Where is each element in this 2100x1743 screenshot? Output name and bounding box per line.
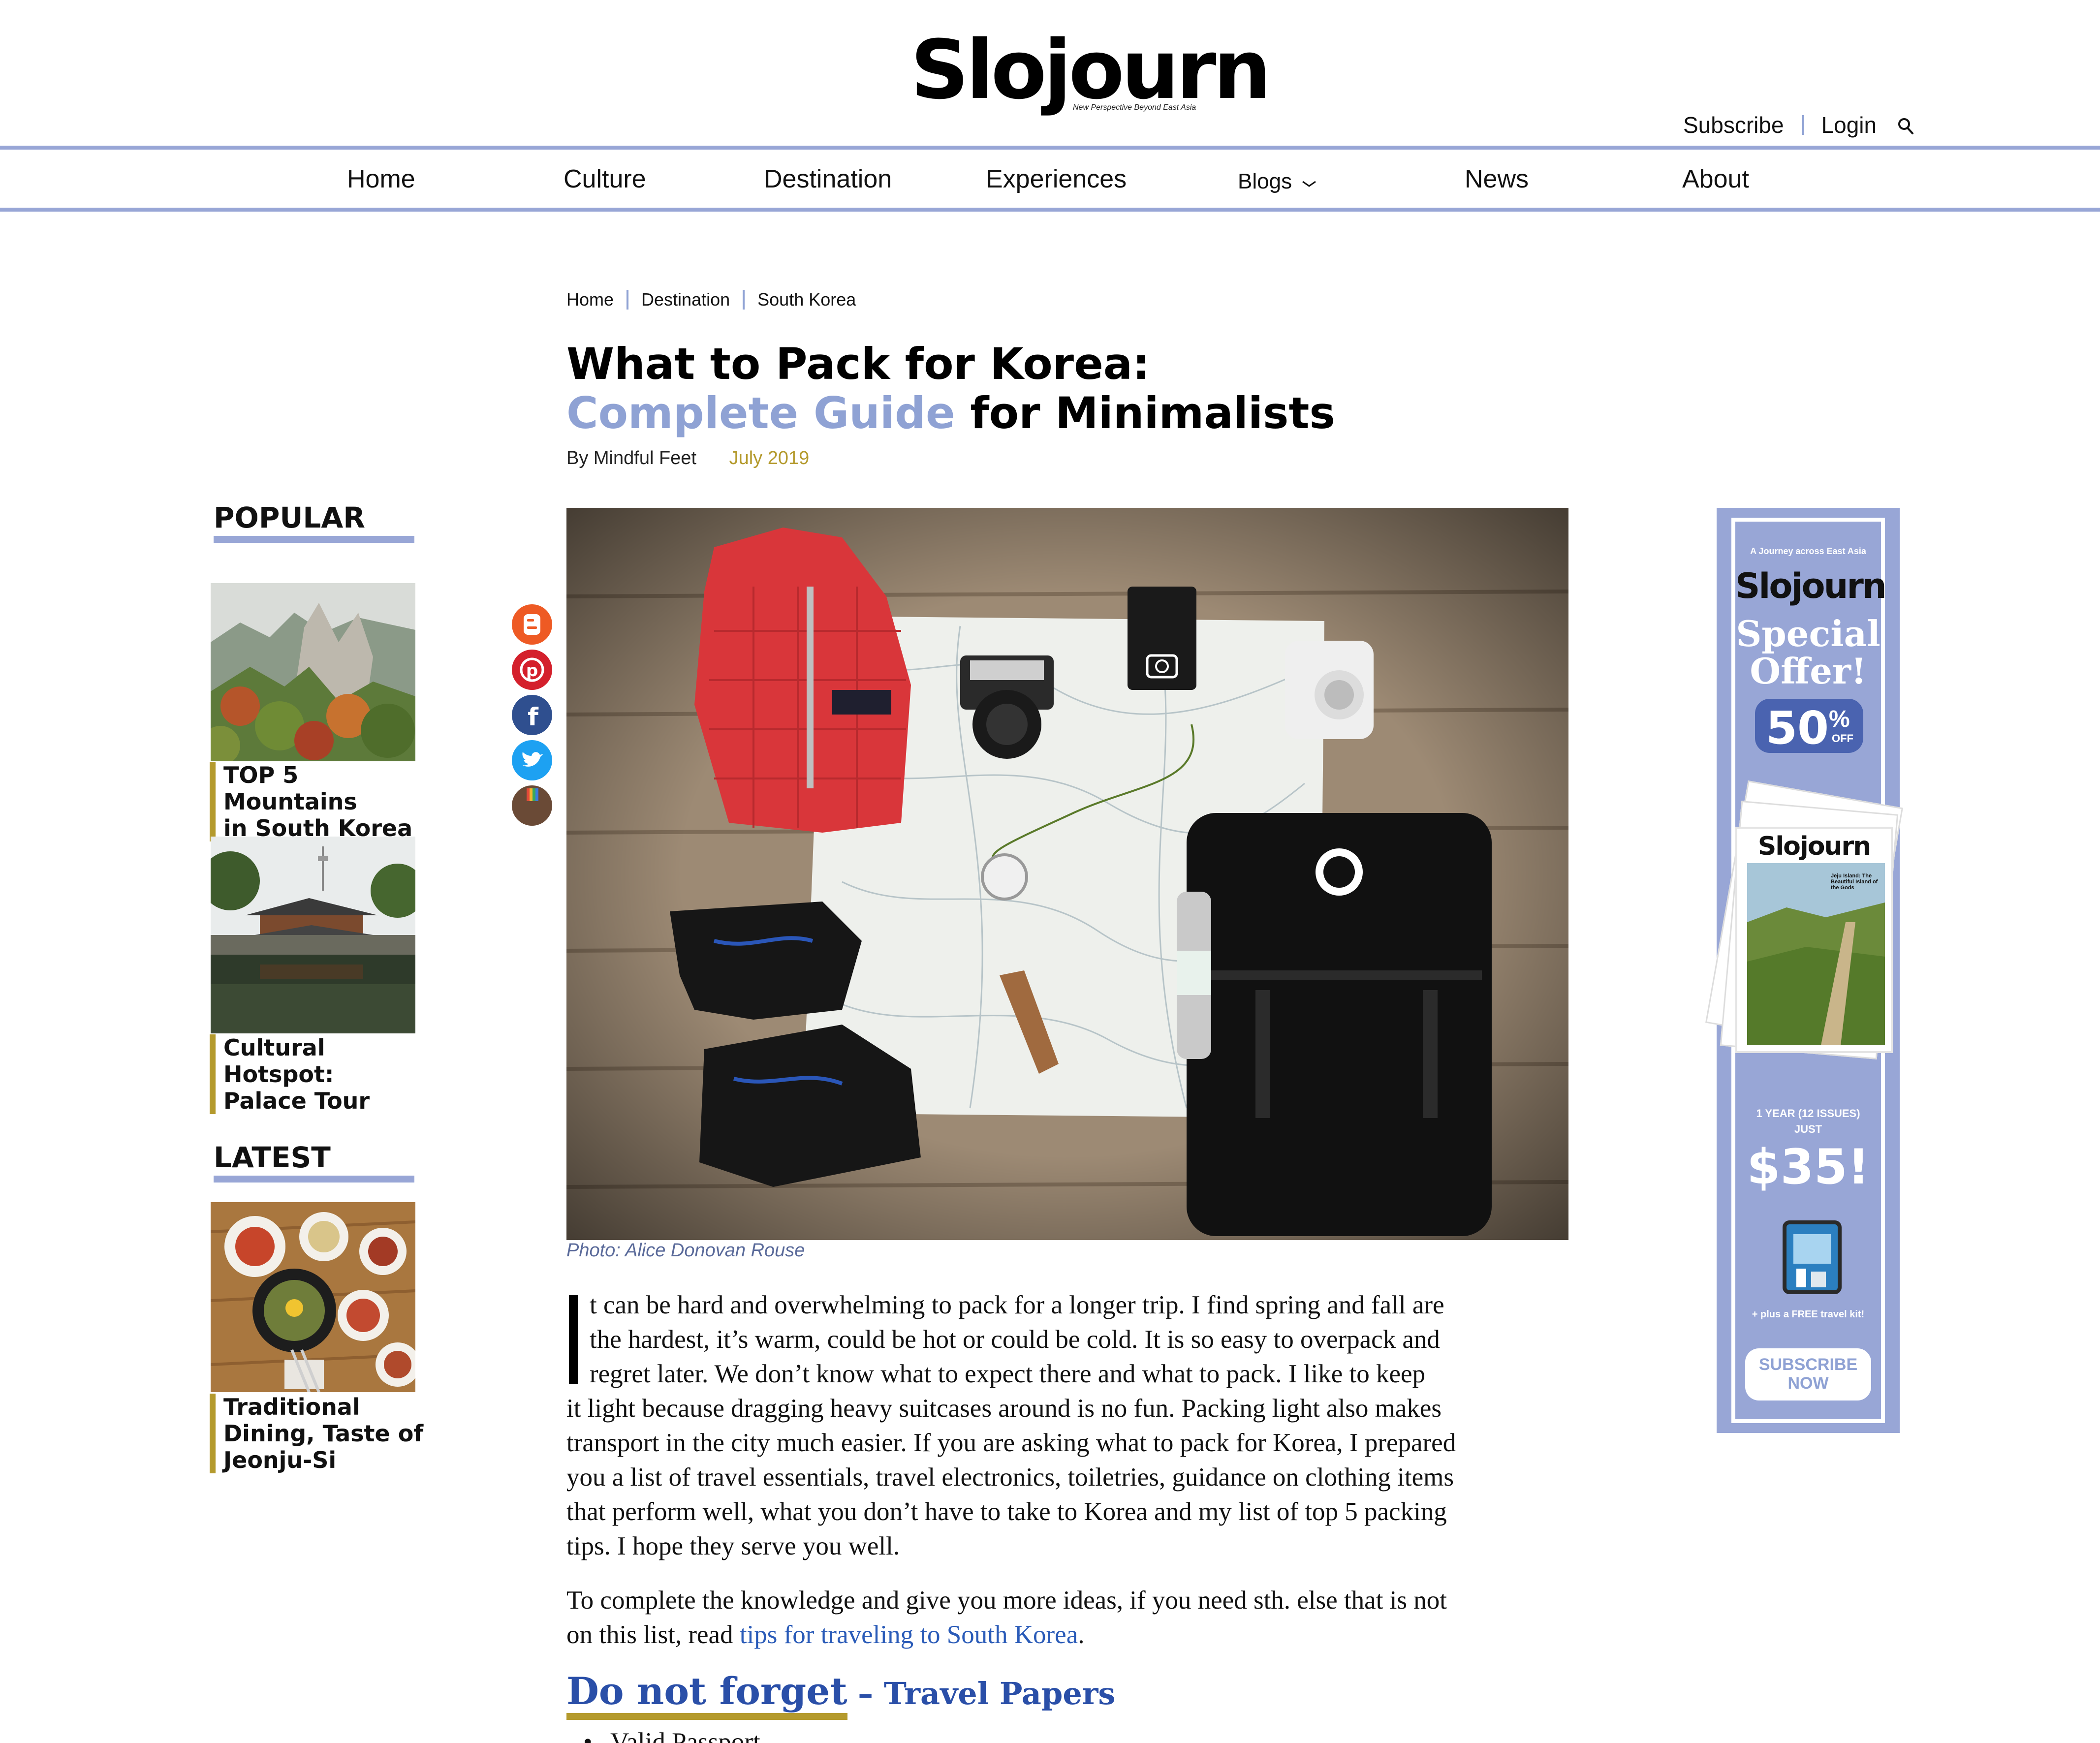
nav-culture[interactable]: Culture: [564, 164, 646, 194]
dining-thumbnail[interactable]: [211, 1202, 415, 1392]
mountains-thumbnail[interactable]: [211, 583, 415, 761]
nav-news[interactable]: News: [1465, 164, 1529, 194]
paragraph-2-line: To complete the knowledge and give you m…: [566, 1586, 1447, 1615]
publish-date: July 2019: [729, 448, 810, 468]
title-rest: for Minimalists: [955, 388, 1335, 438]
paragraph-1-line: you a list of travel essentials, travel …: [566, 1463, 1454, 1492]
ad-brand: Slojourn: [1735, 566, 1887, 606]
title-line-2: Complete Guide for Minimalists: [566, 389, 1335, 438]
instagram-icon[interactable]: [512, 785, 552, 826]
ad-term-1: 1 YEAR (12 ISSUES): [1756, 1107, 1860, 1120]
svg-text:f: f: [528, 703, 539, 731]
nav-home[interactable]: Home: [347, 164, 415, 194]
chevron-down-icon: [1302, 181, 1316, 187]
breadcrumb-divider: [627, 290, 629, 310]
popular-heading: POPULAR: [214, 503, 414, 543]
photo-caption: Photo: Alice Donovan Rouse: [566, 1240, 805, 1261]
pinterest-icon[interactable]: p: [512, 650, 552, 690]
paragraph-1-line: t can be hard and overwhelming to pack f…: [590, 1291, 1444, 1319]
breadcrumb-south-korea[interactable]: South Korea: [757, 289, 856, 310]
nav-blogs-label: Blogs: [1238, 169, 1292, 193]
author[interactable]: By Mindful Feet: [566, 448, 696, 468]
title-accent: Complete Guide: [566, 388, 955, 438]
list-item: Valid Passport: [583, 1727, 760, 1743]
nav-destination[interactable]: Destination: [764, 164, 892, 194]
palace-thumbnail[interactable]: [211, 837, 415, 1033]
nav-experiences[interactable]: Experiences: [986, 164, 1127, 194]
article-title: What to Pack for Korea: Complete Guide f…: [566, 340, 1335, 438]
magazine-cover: Slojourn Jeju Island: The Beautiful Isla…: [1735, 827, 1893, 1053]
breadcrumb-destination[interactable]: Destination: [641, 289, 730, 310]
discount-badge: 50 % OFF: [1755, 699, 1863, 754]
twitter-icon[interactable]: [512, 740, 552, 780]
logo-wordmark: Slojourn: [910, 23, 1271, 117]
hero-photo: [566, 508, 1568, 1240]
byline: By Mindful Feet July 2019: [566, 448, 809, 469]
title-line-1: What to Pack for Korea:: [566, 339, 1150, 389]
logo-tagline: New Perspective Beyond East Asia: [1073, 103, 1196, 112]
login-link[interactable]: Login: [1821, 112, 1877, 138]
popular-item-2-title[interactable]: Cultural Hotspot: Palace Tour: [210, 1034, 426, 1114]
ad-price: $35!: [1747, 1139, 1870, 1195]
subscribe-link[interactable]: Subscribe: [1683, 112, 1784, 138]
facebook-icon[interactable]: f: [512, 695, 552, 735]
account-links: Subscribe Login: [1683, 110, 1916, 140]
drop-cap: [569, 1295, 578, 1384]
section-heading: Do not forget – Travel Papers: [566, 1669, 1116, 1720]
popular-item-1-title[interactable]: TOP 5 Mountains in South Korea: [210, 762, 426, 841]
breadcrumb: Home Destination South Korea: [566, 289, 856, 310]
ad-frame: A Journey across East Asia Slojourn Spec…: [1705, 518, 1903, 1423]
paragraph-1-line: regret later. We don’t know what to expe…: [590, 1360, 1426, 1388]
ad-kicker: A Journey across East Asia: [1750, 546, 1866, 556]
section-heading-rest: – Travel Papers: [847, 1676, 1116, 1712]
paragraph-1-line: that perform well, what you don’t have t…: [566, 1497, 1447, 1526]
latest-heading: LATEST: [214, 1143, 414, 1183]
magazine-photo: Jeju Island: The Beautiful Island of the…: [1747, 863, 1885, 1045]
breadcrumb-divider: [743, 290, 745, 310]
ad-headline: Special Offer!: [1736, 613, 1881, 692]
paragraph-1-line: the hardest, it’s warm, could be hot or …: [590, 1325, 1440, 1354]
site-logo[interactable]: Slojourn New Perspective Beyond East Asi…: [910, 30, 1271, 128]
paragraph-1-line: it light because dragging heavy suitcase…: [566, 1394, 1442, 1423]
search-icon[interactable]: [1896, 115, 1916, 135]
nav-blogs[interactable]: Blogs: [1238, 169, 1317, 194]
breadcrumb-home[interactable]: Home: [566, 289, 614, 310]
subscribe-now-button[interactable]: SUBSCRIBE NOW: [1745, 1348, 1871, 1401]
paragraph-1-line: tips. I hope they serve you well.: [566, 1532, 900, 1560]
paragraph-1-line: transport in the city much easier. If yo…: [566, 1429, 1456, 1457]
ad-bonus: + plus a FREE travel kit!: [1752, 1309, 1865, 1320]
section-heading-main: Do not forget: [566, 1669, 847, 1720]
tips-link[interactable]: tips for traveling to South Korea: [740, 1620, 1078, 1649]
ad-term-2: JUST: [1794, 1123, 1822, 1135]
latest-item-1-title[interactable]: Traditional Dining, Taste of Jeonju-Si: [210, 1394, 426, 1473]
blogger-icon[interactable]: [512, 604, 552, 645]
divider: [1801, 115, 1804, 135]
paragraph-2-line: on this list, read tips for traveling to…: [566, 1620, 1085, 1649]
svg-text:p: p: [526, 661, 538, 681]
travel-kit-image: [1783, 1220, 1842, 1294]
main-nav: Home Culture Destination Experiences Blo…: [0, 146, 2100, 212]
subscription-ad[interactable]: A Journey across East Asia Slojourn Spec…: [1705, 508, 1903, 1433]
nav-about[interactable]: About: [1682, 164, 1749, 194]
